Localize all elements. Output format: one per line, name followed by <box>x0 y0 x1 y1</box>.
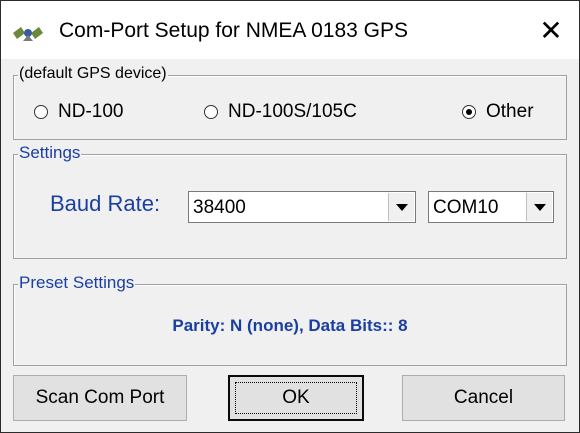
title-bar[interactable]: Com-Port Setup for NMEA 0183 GPS ✕ <box>1 1 579 59</box>
baud-rate-value: 38400 <box>193 197 246 218</box>
radio-button-icon[interactable] <box>34 105 48 119</box>
baud-rate-label: Baud Rate: <box>50 191 161 216</box>
radio-label: ND-100 <box>58 101 124 122</box>
radio-nd-100[interactable]: ND-100 <box>34 100 123 124</box>
com-port-select[interactable]: COM10 <box>428 191 554 223</box>
scan-com-port-button[interactable]: Scan Com Port <box>13 375 187 421</box>
cancel-button[interactable]: Cancel <box>402 375 565 421</box>
chevron-down-icon[interactable] <box>388 193 414 221</box>
radio-label: ND-100S/105C <box>228 101 357 122</box>
baud-rate-select[interactable]: 38400 <box>188 191 416 223</box>
group-legend: (default GPS device) <box>18 65 168 83</box>
group-legend: Settings <box>18 143 82 162</box>
ok-button[interactable]: OK <box>228 375 364 421</box>
radio-button-checked-icon[interactable] <box>462 105 476 119</box>
radio-other[interactable]: Other <box>462 100 534 124</box>
close-icon[interactable]: ✕ <box>531 11 571 51</box>
window-title: Com-Port Setup for NMEA 0183 GPS <box>59 19 408 42</box>
chevron-down-icon[interactable] <box>526 193 552 221</box>
radio-nd-100s-105c[interactable]: ND-100S/105C <box>204 100 357 124</box>
settings-group: Settings Baud Rate: 38400 COM10 <box>13 144 567 259</box>
group-legend: Preset Settings <box>18 273 136 292</box>
preset-settings-text: Parity: N (none), Data Bits:: 8 <box>172 316 408 335</box>
focus-rectangle <box>235 382 357 414</box>
dialog-window: Com-Port Setup for NMEA 0183 GPS ✕ (defa… <box>0 0 580 433</box>
radio-label: Other <box>486 101 534 122</box>
com-port-value: COM10 <box>433 197 499 218</box>
satellite-icon <box>11 21 45 47</box>
preset-settings-group: Preset Settings Parity: N (none), Data B… <box>13 274 567 366</box>
default-gps-device-group: (default GPS device) ND-100 ND-100S/105C… <box>13 65 567 140</box>
radio-button-icon[interactable] <box>204 105 218 119</box>
